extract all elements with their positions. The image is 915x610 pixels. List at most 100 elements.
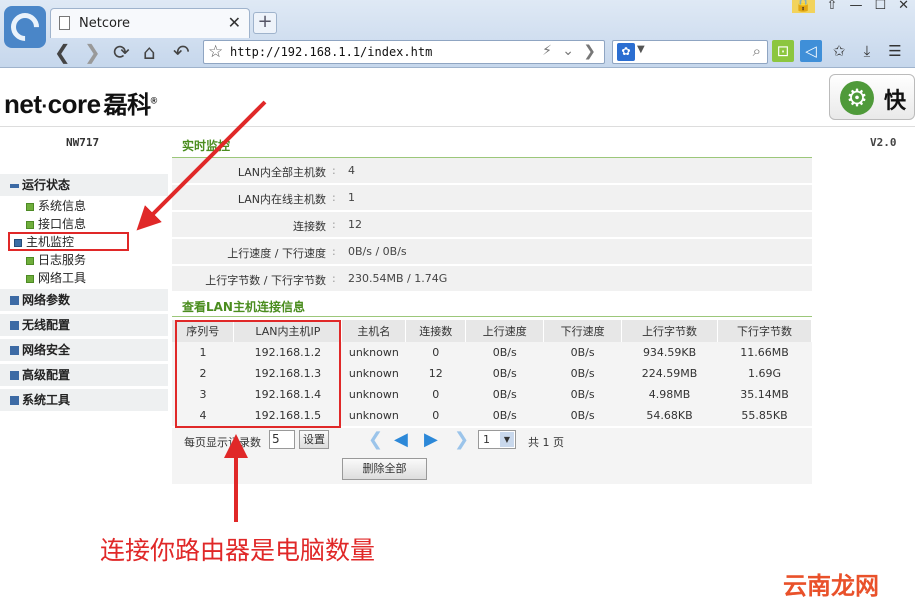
info-key: 上行速度 / 下行速度 [227,247,326,260]
section-label: 网络安全 [22,343,71,357]
prev-page-icon[interactable]: ◀ [394,429,408,450]
undo-icon[interactable]: ↶ [173,40,190,64]
sidebar-item-interface-info[interactable]: 接口信息 [26,216,86,232]
bullet-icon [26,256,34,265]
host-ip-highlight [175,320,341,428]
item-label: 日志服务 [38,253,87,267]
menu-icon[interactable]: ☰ [884,40,906,62]
sidebar-section-system-tools[interactable]: 系统工具 [0,389,168,411]
info-row: LAN内全部主机数:4 [172,158,812,184]
first-page-icon[interactable]: ❮ [368,429,383,450]
item-label: 接口信息 [38,217,87,231]
speed-mode-icon[interactable]: ⚡ [542,43,552,59]
cell: 0B/s [465,405,544,426]
last-page-icon[interactable]: ❯ [454,429,469,450]
title-divider [172,316,812,317]
info-value: 230.54MB / 1.74G [348,272,448,285]
gear-icon: ⚙ [840,81,874,115]
section-label: 系统工具 [22,393,71,407]
page-icon [59,16,70,30]
browser-tab[interactable]: Netcore ✕ [50,8,250,38]
search-box[interactable]: ✿ ▼ ⌕ [612,40,768,64]
delete-all-button[interactable]: 删除全部 [342,458,427,480]
annotation-text: 连接你路由器是电脑数量 [100,536,376,565]
col-header: 主机名 [341,320,407,342]
per-page-label: 每页显示记录数 [184,436,261,449]
col-header: 连接数 [405,320,467,342]
sidebar-section-network[interactable]: 网络参数 [0,289,168,311]
favorites-icon[interactable]: ✩ [828,40,850,62]
info-sep: : [332,245,336,258]
download-icon[interactable]: ⤓ [856,40,878,62]
sidebar-section-advanced[interactable]: 高级配置 [0,364,168,386]
search-icon[interactable]: ⌕ [753,42,761,60]
cell: 12 [405,363,466,384]
per-page-input[interactable]: 5 [269,430,295,449]
realtime-title: 实时监控 [182,139,231,153]
home-icon[interactable]: ⌂ [143,40,156,64]
cell: 0B/s [465,384,544,405]
cell: 35.14MB [717,384,812,405]
cell: 0 [405,405,466,426]
bullet-icon [26,202,34,211]
chevron-down-icon: ▼ [500,432,514,447]
col-header: 上行字节数 [621,320,719,342]
firmware-version: V2.0 [870,136,897,149]
action-bar [172,456,812,484]
sidebar-item-system-info[interactable]: 系统信息 [26,198,86,214]
info-sep: : [332,218,336,231]
cell: 0 [405,384,466,405]
info-value: 0B/s / 0B/s [348,245,407,258]
go-icon[interactable]: ❯ [583,42,596,60]
sidebar-section-status[interactable]: 运行状态 [0,174,168,196]
cell: 934.59KB [621,342,718,363]
forward-icon[interactable]: ❯ [84,40,101,64]
cell: 4.98MB [621,384,718,405]
logo-cn: 磊科 [103,92,152,119]
info-row: 连接数:12 [172,212,812,238]
col-header: 下行字节数 [717,320,812,342]
netcore-logo: net·core 磊科® [4,85,157,120]
sidebar-icon[interactable]: ◁ [800,40,822,62]
lock-icon[interactable]: 🔒 [792,0,815,13]
cell: unknown [341,363,406,384]
info-key: LAN内在线主机数 [237,193,326,206]
cell: unknown [341,342,406,363]
url-text[interactable]: http://192.168.1.1/index.htm [230,45,432,59]
browser-logo-icon[interactable] [4,6,46,48]
set-button[interactable]: 设置 [299,430,329,449]
refresh-icon[interactable]: ⟳ [113,40,130,64]
cell: 11.66MB [717,342,812,363]
next-page-icon[interactable]: ▶ [424,429,438,450]
new-tab-button[interactable]: + [253,12,277,34]
sidebar-item-log-service[interactable]: 日志服务 [26,252,86,268]
pin-icon[interactable]: ⇧ [827,0,838,13]
item-label: 系统信息 [38,199,87,213]
section-label: 无线配置 [22,318,71,332]
tab-title: Netcore [79,16,130,31]
close-window-icon[interactable]: ✕ [898,0,909,13]
page-select[interactable]: 1 ▼ [478,430,516,449]
sidebar-item-network-tools[interactable]: 网络工具 [26,270,86,286]
address-bar[interactable]: ☆ http://192.168.1.1/index.htm ⚡ ⌄ ❯ [203,40,605,64]
back-icon[interactable]: ❮ [54,40,71,64]
sidebar-section-security[interactable]: 网络安全 [0,339,168,361]
bookmark-star-icon[interactable]: ☆ [208,42,223,62]
crop-icon[interactable]: ⊡ [772,40,794,62]
sidebar-section-wireless[interactable]: 无线配置 [0,314,168,336]
info-value: 12 [348,218,362,231]
engine-dropdown-icon[interactable]: ▼ [637,44,645,55]
minimize-icon[interactable]: — [849,0,862,13]
cell: 0 [405,342,466,363]
maximize-icon[interactable]: ☐ [874,0,886,13]
search-engine-icon[interactable]: ✿ [617,43,635,61]
cell: unknown [341,384,406,405]
expand-icon [10,396,19,405]
logo-text-2: core [47,89,101,119]
section-label: 网络参数 [22,293,71,307]
close-tab-icon[interactable]: ✕ [228,13,241,32]
chevron-down-icon[interactable]: ⌄ [562,43,574,59]
pagination-bar: 每页显示记录数 5 设置 ❮ ◀ ▶ ❯ 1 ▼ 共 1 页 [172,428,812,456]
quick-setup-button[interactable]: ⚙ 快 [829,74,915,120]
logo-text: net [4,89,42,119]
